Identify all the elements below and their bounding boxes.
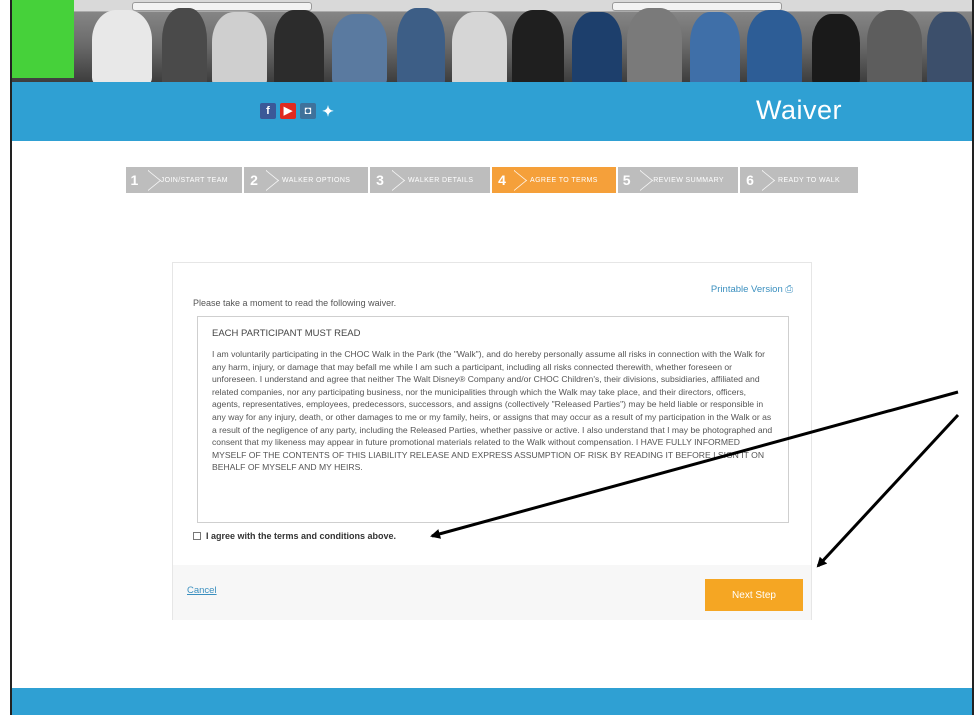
step-join-start-team: 1 JOIN/START TEAM — [126, 167, 242, 193]
step-number: 2 — [250, 172, 258, 188]
agree-terms-row[interactable]: I agree with the terms and conditions ab… — [193, 531, 396, 541]
step-label: WALKER OPTIONS — [282, 176, 351, 184]
hero-figure — [572, 12, 622, 82]
facebook-icon[interactable]: f — [260, 103, 276, 119]
page-header: f ▶ ◘ ✦ Waiver — [12, 82, 972, 141]
step-label: AGREE TO TERMS — [530, 176, 598, 184]
hero-figure — [452, 12, 507, 82]
hero-figure — [274, 10, 324, 82]
browser-field — [612, 2, 782, 11]
step-number: 1 — [130, 172, 139, 188]
hero-figure — [92, 10, 152, 82]
waiver-text-box[interactable]: EACH PARTICIPANT MUST READ I am voluntar… — [197, 316, 789, 523]
hero-figure — [162, 8, 207, 82]
hero-figure — [332, 14, 387, 82]
agree-label: I agree with the terms and conditions ab… — [206, 531, 397, 541]
card-footer: Cancel Next Step — [173, 565, 811, 620]
browser-field — [132, 2, 312, 11]
step-review-summary: 5 REVIEW SUMMARY — [618, 167, 738, 193]
step-ready-to-walk: 6 READY TO WALK — [740, 167, 858, 193]
step-label: READY TO WALK — [778, 176, 841, 184]
step-walker-options: 2 WALKER OPTIONS — [244, 167, 368, 193]
hero-figure — [747, 10, 802, 82]
page-footer — [12, 688, 972, 715]
printable-version-link[interactable]: Printable Version ⎙ — [711, 284, 793, 295]
waiver-heading: EACH PARTICIPANT MUST READ — [212, 328, 361, 339]
page-title: Waiver — [755, 95, 842, 125]
step-label: JOIN/START TEAM — [160, 176, 228, 184]
hero-figure — [927, 12, 972, 82]
hero-figure — [690, 12, 740, 82]
hero-figure — [812, 14, 860, 82]
hero-photo-banner — [12, 0, 972, 82]
waiver-intro: Please take a moment to read the followi… — [193, 298, 397, 308]
step-agree-to-terms: 4 AGREE TO TERMS — [492, 167, 616, 193]
agree-checkbox[interactable] — [193, 532, 201, 540]
waiver-body: I am voluntarily participating in the CH… — [212, 349, 773, 473]
hero-green-block — [12, 0, 74, 78]
step-label: WALKER DETAILS — [408, 176, 474, 184]
step-walker-details: 3 WALKER DETAILS — [370, 167, 490, 193]
youtube-icon[interactable]: ▶ — [280, 103, 296, 119]
progress-steps: 1 JOIN/START TEAM 2 WALKER OPTIONS 3 WAL… — [126, 167, 860, 193]
social-links: f ▶ ◘ ✦ — [260, 103, 336, 119]
hero-figure — [512, 10, 564, 82]
hero-figure — [627, 8, 682, 82]
hero-figure — [397, 8, 445, 82]
step-number: 4 — [498, 172, 506, 188]
instagram-icon[interactable]: ◘ — [300, 103, 316, 119]
hero-figure — [867, 10, 922, 82]
step-number: 3 — [376, 172, 384, 188]
browser-toolbar-strip — [12, 0, 972, 12]
step-number: 6 — [746, 172, 754, 188]
printer-icon: ⎙ — [785, 284, 793, 295]
waiver-card: Printable Version ⎙ Please take a moment… — [172, 262, 812, 620]
step-number: 5 — [622, 172, 631, 188]
next-step-button[interactable]: Next Step — [705, 579, 803, 611]
step-label: REVIEW SUMMARY — [653, 176, 724, 184]
printable-version-label: Printable Version — [710, 284, 783, 295]
cancel-link[interactable]: Cancel — [187, 585, 217, 596]
twitter-icon[interactable]: ✦ — [320, 103, 336, 119]
hero-figure — [212, 12, 267, 82]
